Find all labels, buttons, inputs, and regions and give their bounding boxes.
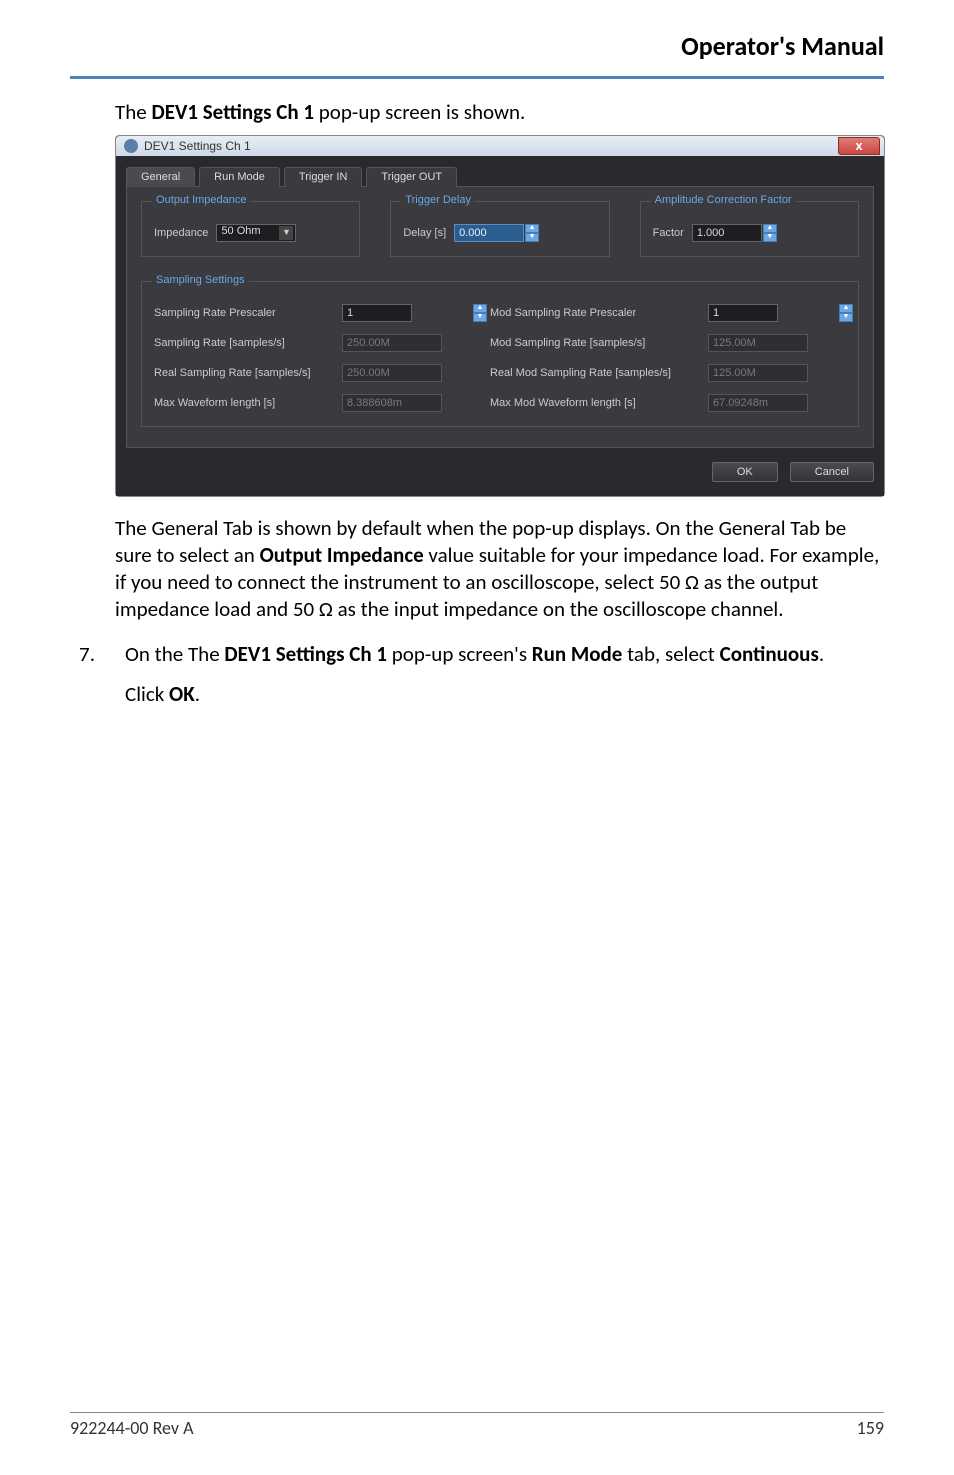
step-7: 7. On the The DEV1 Settings Ch 1 pop-up … xyxy=(115,641,884,709)
close-button[interactable]: x xyxy=(838,137,880,155)
body-paragraph: The General Tab is shown by default when… xyxy=(115,515,884,623)
ok-button[interactable]: OK xyxy=(712,462,778,482)
tab-trigger-in[interactable]: Trigger IN xyxy=(284,167,363,187)
cancel-button[interactable]: Cancel xyxy=(790,462,874,482)
sampling-label: Sampling Rate [samples/s] xyxy=(154,337,324,349)
footer-rule xyxy=(70,1412,884,1413)
tabs-row: General Run Mode Trigger IN Trigger OUT xyxy=(126,166,874,186)
sampling-label: Mod Sampling Rate Prescaler xyxy=(490,307,690,319)
footer-page-number: 159 xyxy=(857,1417,884,1439)
group-sampling-settings: Sampling Settings Sampling Rate Prescale… xyxy=(141,281,859,427)
spinner-up-icon[interactable]: ▲ xyxy=(839,304,853,313)
tab-run-mode[interactable]: Run Mode xyxy=(199,167,280,187)
impedance-combo[interactable]: 50 Ohm ▼ xyxy=(216,224,296,242)
step7-b1: DEV1 Settings Ch 1 xyxy=(224,641,387,667)
intro-suffix: pop-up screen is shown. xyxy=(314,99,525,125)
group-legend-amp-corr: Amplitude Correction Factor xyxy=(651,194,796,206)
step-7-number: 7. xyxy=(65,641,95,709)
group-trigger-delay: Trigger Delay Delay [s] ▲ ▼ xyxy=(390,201,609,257)
sampling-input[interactable] xyxy=(708,304,778,322)
group-legend-output-impedance: Output Impedance xyxy=(152,194,251,206)
chevron-down-icon: ▼ xyxy=(279,226,293,240)
dialog-app-icon xyxy=(124,139,138,153)
dialog-title: DEV1 Settings Ch 1 xyxy=(144,139,251,153)
intro-bold: DEV1 Settings Ch 1 xyxy=(151,99,314,125)
step7-click-ok: Click OK. xyxy=(125,681,884,708)
step7-t2: pop-up screen's xyxy=(387,641,532,667)
delay-label: Delay [s] xyxy=(403,227,446,239)
spinner-down-icon[interactable]: ▼ xyxy=(473,313,487,322)
impedance-value: 50 Ohm xyxy=(221,225,260,237)
sampling-readonly xyxy=(708,394,808,412)
sampling-readonly xyxy=(708,334,808,352)
step7-t4: . xyxy=(819,641,824,667)
spinner-down-icon[interactable]: ▼ xyxy=(839,313,853,322)
sampling-spinner[interactable]: ▲▼ xyxy=(473,304,487,322)
sampling-readonly xyxy=(342,364,442,382)
impedance-label: Impedance xyxy=(154,227,208,239)
intro-line: The DEV1 Settings Ch 1 pop-up screen is … xyxy=(115,99,884,125)
sampling-spinner[interactable]: ▲▼ xyxy=(839,304,853,322)
tab-general[interactable]: General xyxy=(126,167,195,187)
step7-click-t1: Click xyxy=(125,681,169,707)
para-b1: Output Impedance xyxy=(260,542,424,568)
step7-t1: On the The xyxy=(125,641,224,667)
sampling-label: Sampling Rate Prescaler xyxy=(154,307,324,319)
delay-input[interactable] xyxy=(454,224,524,242)
sampling-readonly xyxy=(342,394,442,412)
spinner-down-icon[interactable]: ▼ xyxy=(763,233,777,242)
sampling-label: Max Mod Waveform length [s] xyxy=(490,397,690,409)
sampling-label: Mod Sampling Rate [samples/s] xyxy=(490,337,690,349)
step7-click-t2: . xyxy=(195,681,200,707)
sampling-label: Real Sampling Rate [samples/s] xyxy=(154,367,324,379)
header-rule xyxy=(70,76,884,79)
factor-label: Factor xyxy=(653,227,684,239)
spinner-up-icon[interactable]: ▲ xyxy=(763,224,777,233)
spinner-up-icon[interactable]: ▲ xyxy=(525,224,539,233)
step7-b2: Run Mode xyxy=(532,641,623,667)
sampling-input[interactable] xyxy=(342,304,412,322)
group-output-impedance: Output Impedance Impedance 50 Ohm ▼ xyxy=(141,201,360,257)
group-amp-corr: Amplitude Correction Factor Factor ▲ ▼ xyxy=(640,201,859,257)
footer-doc-id: 922244-00 Rev A xyxy=(70,1417,194,1439)
step7-t3: tab, select xyxy=(622,641,719,667)
header-title: Operator's Manual xyxy=(70,30,884,62)
delay-spinner[interactable]: ▲ ▼ xyxy=(525,224,539,242)
sampling-label: Real Mod Sampling Rate [samples/s] xyxy=(490,367,690,379)
factor-input[interactable] xyxy=(692,224,762,242)
sampling-label: Max Waveform length [s] xyxy=(154,397,324,409)
step7-click-b1: OK xyxy=(169,681,195,707)
dev1-settings-dialog: DEV1 Settings Ch 1 x General Run Mode Tr… xyxy=(115,135,885,497)
intro-prefix: The xyxy=(115,99,151,125)
spinner-down-icon[interactable]: ▼ xyxy=(525,233,539,242)
factor-spinner[interactable]: ▲ ▼ xyxy=(763,224,777,242)
group-legend-sampling: Sampling Settings xyxy=(152,274,249,286)
step7-b3: Continuous xyxy=(720,641,819,667)
dialog-titlebar: DEV1 Settings Ch 1 x xyxy=(116,136,884,156)
sampling-readonly xyxy=(342,334,442,352)
sampling-readonly xyxy=(708,364,808,382)
tab-trigger-out[interactable]: Trigger OUT xyxy=(366,167,457,187)
tab-panel-general: Output Impedance Impedance 50 Ohm ▼ Trig… xyxy=(126,186,874,448)
spinner-up-icon[interactable]: ▲ xyxy=(473,304,487,313)
group-legend-trigger-delay: Trigger Delay xyxy=(401,194,475,206)
